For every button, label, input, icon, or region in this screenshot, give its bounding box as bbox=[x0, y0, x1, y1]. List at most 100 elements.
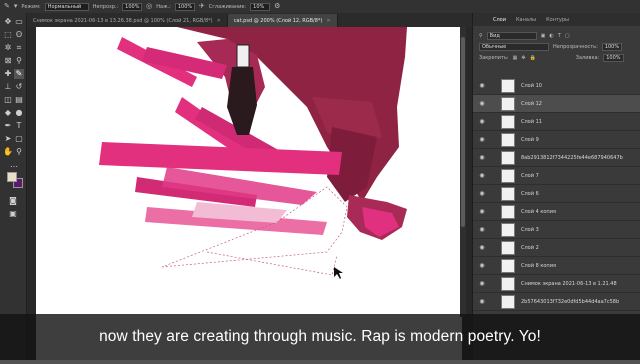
fill-label: Заливка: bbox=[575, 54, 600, 61]
eraser-icon[interactable]: ◫ bbox=[3, 95, 13, 105]
lock-all-icon[interactable]: 🔒 bbox=[530, 55, 536, 61]
lock-pixels-icon[interactable]: ▦ bbox=[513, 55, 518, 61]
eye-icon[interactable]: ◉ bbox=[473, 118, 491, 125]
move-icon[interactable]: ✥ bbox=[3, 17, 13, 27]
canvas-area[interactable] bbox=[27, 27, 472, 360]
eye-icon[interactable]: ◉ bbox=[473, 208, 491, 215]
brush-settings-icon[interactable]: ▾ bbox=[14, 3, 18, 10]
airbrush-icon[interactable]: ✈ bbox=[199, 3, 205, 10]
layer-name[interactable]: Слой 4 копия bbox=[521, 209, 556, 215]
layer-row[interactable]: ◉ Слой 10 bbox=[473, 77, 640, 95]
pressure-field[interactable]: 100% bbox=[174, 2, 195, 11]
blur-icon[interactable]: ◆ bbox=[3, 108, 13, 118]
layer-name[interactable]: Слой 11 bbox=[521, 119, 542, 125]
marquee-icon[interactable]: ⬚ bbox=[3, 30, 13, 40]
filter-type-icon[interactable]: T bbox=[558, 33, 561, 39]
filter-shape-icon[interactable]: ▢ bbox=[565, 33, 570, 39]
document-tab-cat[interactable]: cat.psd @ 200% (Слой 12, RGB/8*) ✕ bbox=[227, 14, 338, 27]
close-icon[interactable]: ✕ bbox=[217, 18, 221, 24]
shape-icon[interactable]: ▢ bbox=[14, 134, 24, 144]
gear-icon[interactable]: ⚙ bbox=[274, 3, 280, 10]
brush-icon[interactable]: ✎ bbox=[14, 69, 24, 79]
opacity-field[interactable]: 100% bbox=[601, 42, 623, 51]
lock-position-icon[interactable]: ✥ bbox=[521, 55, 525, 61]
gradient-icon[interactable]: ▤ bbox=[14, 95, 24, 105]
pressure-opacity-icon[interactable]: ◎ bbox=[146, 3, 152, 10]
crop-icon[interactable]: ⌗ bbox=[14, 43, 24, 53]
artboard-icon[interactable]: ▭ bbox=[14, 17, 24, 27]
eye-icon[interactable]: ◉ bbox=[473, 136, 491, 143]
screen-mode-icon[interactable]: ▣ bbox=[8, 209, 18, 219]
layer-row[interactable]: ◉ Слой 7 bbox=[473, 167, 640, 185]
mode-select[interactable]: Нормальный bbox=[44, 2, 89, 11]
layer-row[interactable]: ◉ 8ab2913812f7344225fe44e687940647b bbox=[473, 149, 640, 167]
layer-name[interactable]: Слой 2 bbox=[521, 245, 539, 251]
smoothing-field[interactable]: 10% bbox=[250, 2, 271, 11]
more-tools-icon[interactable]: … bbox=[9, 160, 19, 170]
layer-name[interactable]: Снимок экрана 2021-06-13 в 1.21.48 bbox=[521, 281, 617, 287]
tab-layers[interactable]: Слои bbox=[493, 17, 506, 23]
layer-row[interactable]: ◉ Слой 4 копия bbox=[473, 203, 640, 221]
pen-icon[interactable]: ✒ bbox=[3, 121, 13, 131]
filter-select[interactable]: Вид bbox=[486, 31, 537, 40]
eye-icon[interactable]: ◉ bbox=[473, 82, 491, 89]
layer-row[interactable]: ◉ Слой 2 bbox=[473, 239, 640, 257]
stamp-icon[interactable]: ⊥ bbox=[3, 82, 13, 92]
fill-field[interactable]: 100% bbox=[603, 53, 624, 62]
frame-icon[interactable]: ⊠ bbox=[3, 56, 13, 66]
layer-thumbnail bbox=[501, 78, 515, 93]
close-icon[interactable]: ✕ bbox=[326, 18, 330, 24]
scrollbar-thumb[interactable] bbox=[461, 37, 465, 227]
eye-icon[interactable]: ◉ bbox=[473, 280, 491, 287]
eyedropper-icon[interactable]: ⚲ bbox=[14, 56, 24, 66]
layer-name[interactable]: Слой 3 bbox=[521, 227, 539, 233]
zoom-icon[interactable]: ⚲ bbox=[14, 147, 24, 157]
eye-icon[interactable]: ◉ bbox=[473, 298, 491, 305]
lasso-icon[interactable]: ʘ bbox=[14, 30, 24, 40]
filter-adjust-icon[interactable]: ◐ bbox=[549, 33, 553, 39]
blend-mode-select[interactable]: Обычные bbox=[479, 42, 549, 51]
layer-row[interactable]: ◉ Слой 12 bbox=[473, 95, 640, 113]
brush-preset-icon[interactable]: ✎ bbox=[4, 3, 10, 10]
history-brush-icon[interactable]: ↺ bbox=[14, 82, 24, 92]
quick-mask-icon[interactable]: ◙ bbox=[8, 196, 18, 206]
layer-thumbnail bbox=[501, 276, 515, 291]
hand-icon[interactable]: ✋ bbox=[3, 147, 13, 157]
layer-row[interactable]: ◉ Слой 9 bbox=[473, 131, 640, 149]
vertical-scrollbar[interactable] bbox=[460, 27, 466, 317]
layer-row[interactable]: ◉ Слой 8 копия bbox=[473, 257, 640, 275]
layer-name[interactable]: Слой 9 bbox=[521, 137, 539, 143]
foreground-color-swatch[interactable] bbox=[7, 172, 17, 182]
layer-row[interactable]: ◉ Слой 11 bbox=[473, 113, 640, 131]
layer-name[interactable]: Слой 6 bbox=[521, 191, 539, 197]
layer-row[interactable]: ◉ Слой 6 bbox=[473, 185, 640, 203]
opacity-field[interactable]: 100% bbox=[122, 2, 143, 11]
eye-icon[interactable]: ◉ bbox=[473, 262, 491, 269]
layer-name[interactable]: Слой 10 bbox=[521, 83, 542, 89]
layer-name[interactable]: Слой 8 копия bbox=[521, 263, 556, 269]
layer-thumbnail bbox=[501, 258, 515, 273]
filter-image-icon[interactable]: ▣ bbox=[541, 33, 546, 39]
eye-icon[interactable]: ◉ bbox=[473, 154, 491, 161]
dodge-icon[interactable]: ● bbox=[14, 108, 24, 118]
layer-name[interactable]: 8ab2913812f7344225fe44e687940647b bbox=[521, 155, 623, 161]
layer-row[interactable]: ◉ Снимок экрана 2021-06-13 в 1.21.48 bbox=[473, 275, 640, 293]
layer-name[interactable]: Слой 12 bbox=[521, 101, 542, 107]
eye-icon[interactable]: ◉ bbox=[473, 226, 491, 233]
healing-icon[interactable]: ✚ bbox=[3, 69, 13, 79]
layer-name[interactable]: Слой 7 bbox=[521, 173, 539, 179]
layer-name[interactable]: 2b57643013f732e0dfd5b44d4aa7c58b bbox=[521, 299, 619, 305]
layer-row[interactable]: ◉ Слой 3 bbox=[473, 221, 640, 239]
eye-icon[interactable]: ◉ bbox=[473, 100, 491, 107]
quick-select-icon[interactable]: ✲ bbox=[3, 43, 13, 53]
eye-icon[interactable]: ◉ bbox=[473, 244, 491, 251]
document-tab-screenshot[interactable]: Снимок экрана 2021-06-13 в 13.26.38.psd … bbox=[27, 14, 228, 27]
tab-paths[interactable]: Контуры bbox=[546, 17, 569, 23]
path-select-icon[interactable]: ➤ bbox=[3, 134, 13, 144]
type-icon[interactable]: T bbox=[14, 121, 24, 131]
layer-row[interactable]: ◉ 2b57643013f732e0dfd5b44d4aa7c58b bbox=[473, 293, 640, 311]
artwork-canvas[interactable] bbox=[27, 27, 472, 360]
eye-icon[interactable]: ◉ bbox=[473, 190, 491, 197]
tab-channels[interactable]: Каналы bbox=[516, 17, 536, 23]
eye-icon[interactable]: ◉ bbox=[473, 172, 491, 179]
